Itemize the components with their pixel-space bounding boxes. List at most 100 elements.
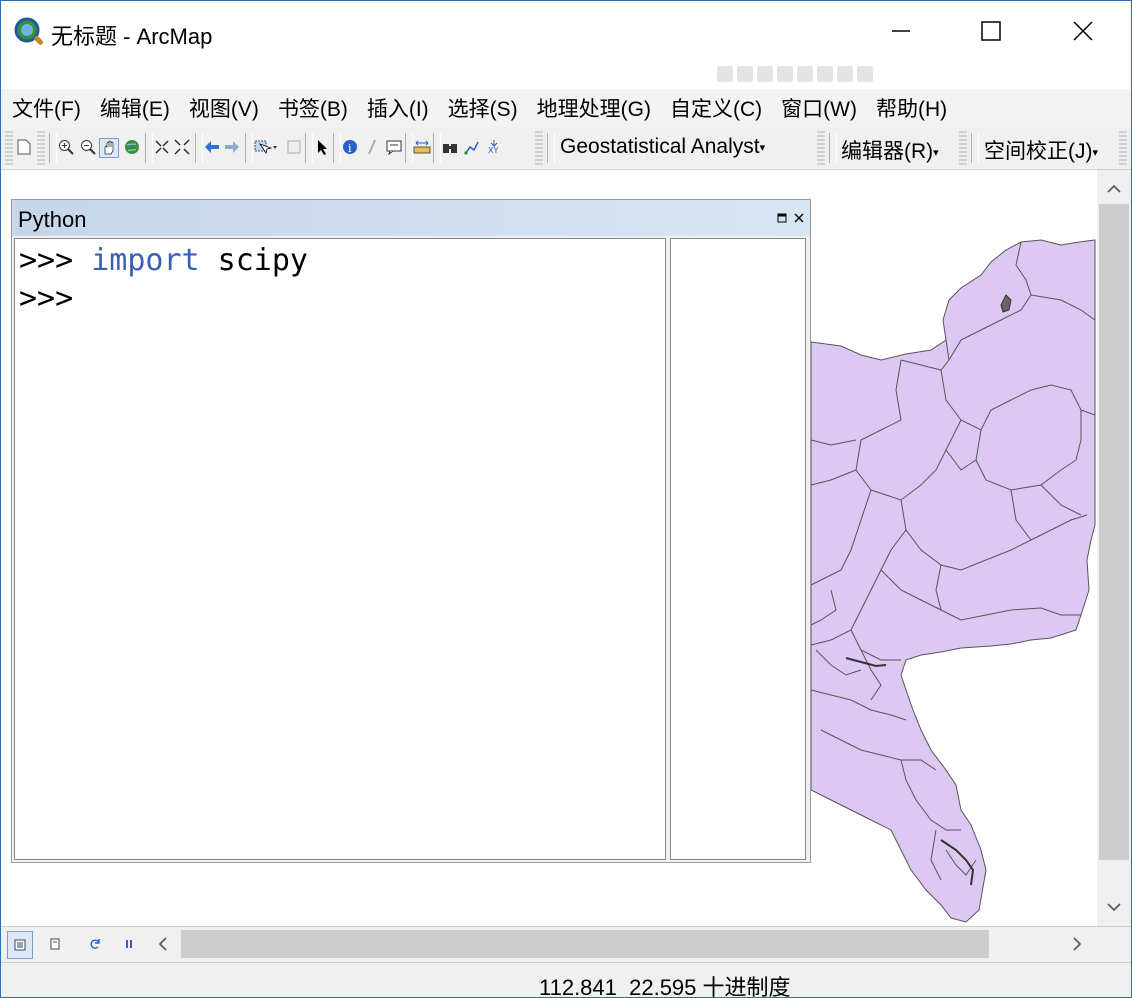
forward-icon[interactable]: [223, 138, 241, 156]
status-bar: 112.841 22.595 十进制度: [1, 962, 1131, 998]
toolbar-separator: [145, 133, 153, 163]
hyperlink-icon[interactable]: [363, 138, 381, 156]
scroll-up-icon[interactable]: [1097, 174, 1131, 204]
fixed-zoom-in-icon[interactable]: [153, 138, 171, 156]
clear-selection-icon[interactable]: [285, 138, 303, 156]
python-help-pane: [670, 238, 806, 860]
rotate-icon[interactable]: [797, 66, 813, 82]
attributes-icon[interactable]: [817, 66, 833, 82]
maximize-button[interactable]: [961, 9, 1021, 53]
toolbar-grip[interactable]: [535, 131, 543, 165]
toolbar-separator: [547, 133, 555, 163]
prompt: >>>: [19, 281, 74, 316]
cut-polygon-icon[interactable]: [757, 66, 773, 82]
scroll-left-icon[interactable]: [151, 931, 175, 957]
edit-vertices-icon[interactable]: [717, 66, 733, 82]
arcmap-window: 无标题 - ArcMap 文件(F) 编辑(E) 视图(V) 书签(B) 插入(…: [0, 0, 1132, 998]
maximize-icon: [981, 21, 1001, 41]
menu-geoprocessing[interactable]: 地理处理(G): [526, 93, 659, 123]
identify-icon[interactable]: i: [341, 138, 359, 156]
map-region: [810, 239, 1096, 923]
pause-drawing-icon[interactable]: [117, 931, 141, 957]
coordinate-readout: 112.841 22.595 十进制度: [539, 975, 791, 998]
layout-view-icon[interactable]: [43, 931, 67, 957]
editor-label: 编辑器(R): [841, 140, 934, 163]
editor-dropdown[interactable]: 编辑器(R)▾: [841, 135, 939, 165]
menu-windows[interactable]: 窗口(W): [770, 93, 865, 123]
menu-selection[interactable]: 选择(S): [437, 93, 526, 123]
refresh-icon[interactable]: [83, 931, 107, 957]
html-popup-icon[interactable]: [385, 138, 403, 156]
toolbar-grip[interactable]: [37, 131, 45, 165]
toolbar-separator: [829, 133, 837, 163]
menu-edit[interactable]: 编辑(E): [89, 93, 178, 123]
select-elements-icon[interactable]: [313, 138, 331, 156]
view-bar: [1, 926, 1131, 962]
measure-icon[interactable]: [413, 138, 431, 156]
toolbar-separator: [405, 133, 413, 163]
minimize-icon: [892, 30, 910, 32]
code-line: >>>: [19, 281, 73, 316]
toolbar-grip[interactable]: [817, 131, 825, 165]
close-icon: [1073, 21, 1093, 41]
close-button[interactable]: [1053, 9, 1113, 53]
menu-customize[interactable]: 自定义(C): [659, 93, 770, 123]
zoom-in-icon[interactable]: [57, 138, 75, 156]
python-window: Python >>> import scipy >>>: [11, 199, 811, 863]
toolbar-separator: [333, 133, 341, 163]
sketch-properties-icon[interactable]: [837, 66, 853, 82]
menu-bookmarks[interactable]: 书签(B): [267, 93, 356, 123]
spatial-adjustment-label: 空间校正(J): [984, 140, 1093, 163]
chevron-down-icon: ▾: [933, 146, 939, 159]
toolbar-separator: [195, 133, 203, 163]
vertical-scrollbar[interactable]: [1097, 170, 1131, 926]
menu-view[interactable]: 视图(V): [178, 93, 267, 123]
menu-file[interactable]: 文件(F): [1, 93, 89, 123]
find-route-icon[interactable]: [463, 138, 481, 156]
toolbar-grip[interactable]: [5, 131, 13, 165]
select-features-icon[interactable]: [253, 138, 279, 156]
python-command-input[interactable]: >>> import scipy >>>: [14, 238, 666, 860]
svg-text:i: i: [348, 142, 352, 155]
geostatistical-analyst-dropdown[interactable]: Geostatistical Analyst▾: [560, 135, 765, 159]
minimize-button[interactable]: [871, 9, 931, 53]
python-window-header[interactable]: Python: [12, 200, 810, 236]
pan-icon[interactable]: [99, 138, 119, 158]
geostatistical-label: Geostatistical Analyst: [560, 135, 760, 158]
new-document-icon[interactable]: [15, 138, 33, 156]
toolbar-grip[interactable]: [1119, 131, 1127, 165]
restore-icon[interactable]: [777, 210, 787, 226]
close-icon[interactable]: [794, 210, 804, 226]
spatial-adjustment-dropdown[interactable]: 空间校正(J)▾: [984, 135, 1098, 165]
data-view-icon[interactable]: [7, 931, 33, 959]
menu-insert[interactable]: 插入(I): [356, 93, 437, 123]
svg-text:XY: XY: [488, 146, 498, 155]
toolbar-separator: [49, 133, 57, 163]
toolbar-separator: [305, 133, 313, 163]
window-title: 无标题 - ArcMap: [51, 24, 213, 49]
back-icon[interactable]: [203, 138, 221, 156]
code-line: >>> import scipy: [19, 243, 308, 278]
vertical-scroll-thumb[interactable]: [1099, 204, 1129, 860]
chevron-down-icon: ▾: [1092, 146, 1099, 159]
title-bar: 无标题 - ArcMap: [1, 1, 1131, 63]
toolbar-separator: [433, 133, 441, 163]
go-to-xy-icon[interactable]: XY: [485, 138, 503, 156]
main-toolbar: i XY Geostatistical Analyst▾ 编辑器(R)▾ 空间校…: [1, 127, 1131, 170]
menu-help[interactable]: 帮助(H): [865, 93, 955, 123]
toolbar-grip[interactable]: [959, 131, 967, 165]
toolbar-separator: [971, 133, 979, 163]
scroll-right-icon[interactable]: [1065, 931, 1089, 957]
fixed-zoom-out-icon[interactable]: [173, 138, 191, 156]
zoom-out-icon[interactable]: [79, 138, 97, 156]
full-extent-icon[interactable]: [123, 138, 141, 156]
create-features-icon[interactable]: [857, 66, 873, 82]
toolbar-separator: [245, 133, 253, 163]
chevron-down-icon: ▾: [759, 141, 766, 154]
split-icon[interactable]: [777, 66, 793, 82]
keyword: import: [91, 243, 200, 278]
scroll-down-icon[interactable]: [1097, 892, 1131, 922]
horizontal-scroll-thumb[interactable]: [181, 930, 989, 958]
find-icon[interactable]: [441, 138, 459, 156]
reshape-icon[interactable]: [737, 66, 753, 82]
